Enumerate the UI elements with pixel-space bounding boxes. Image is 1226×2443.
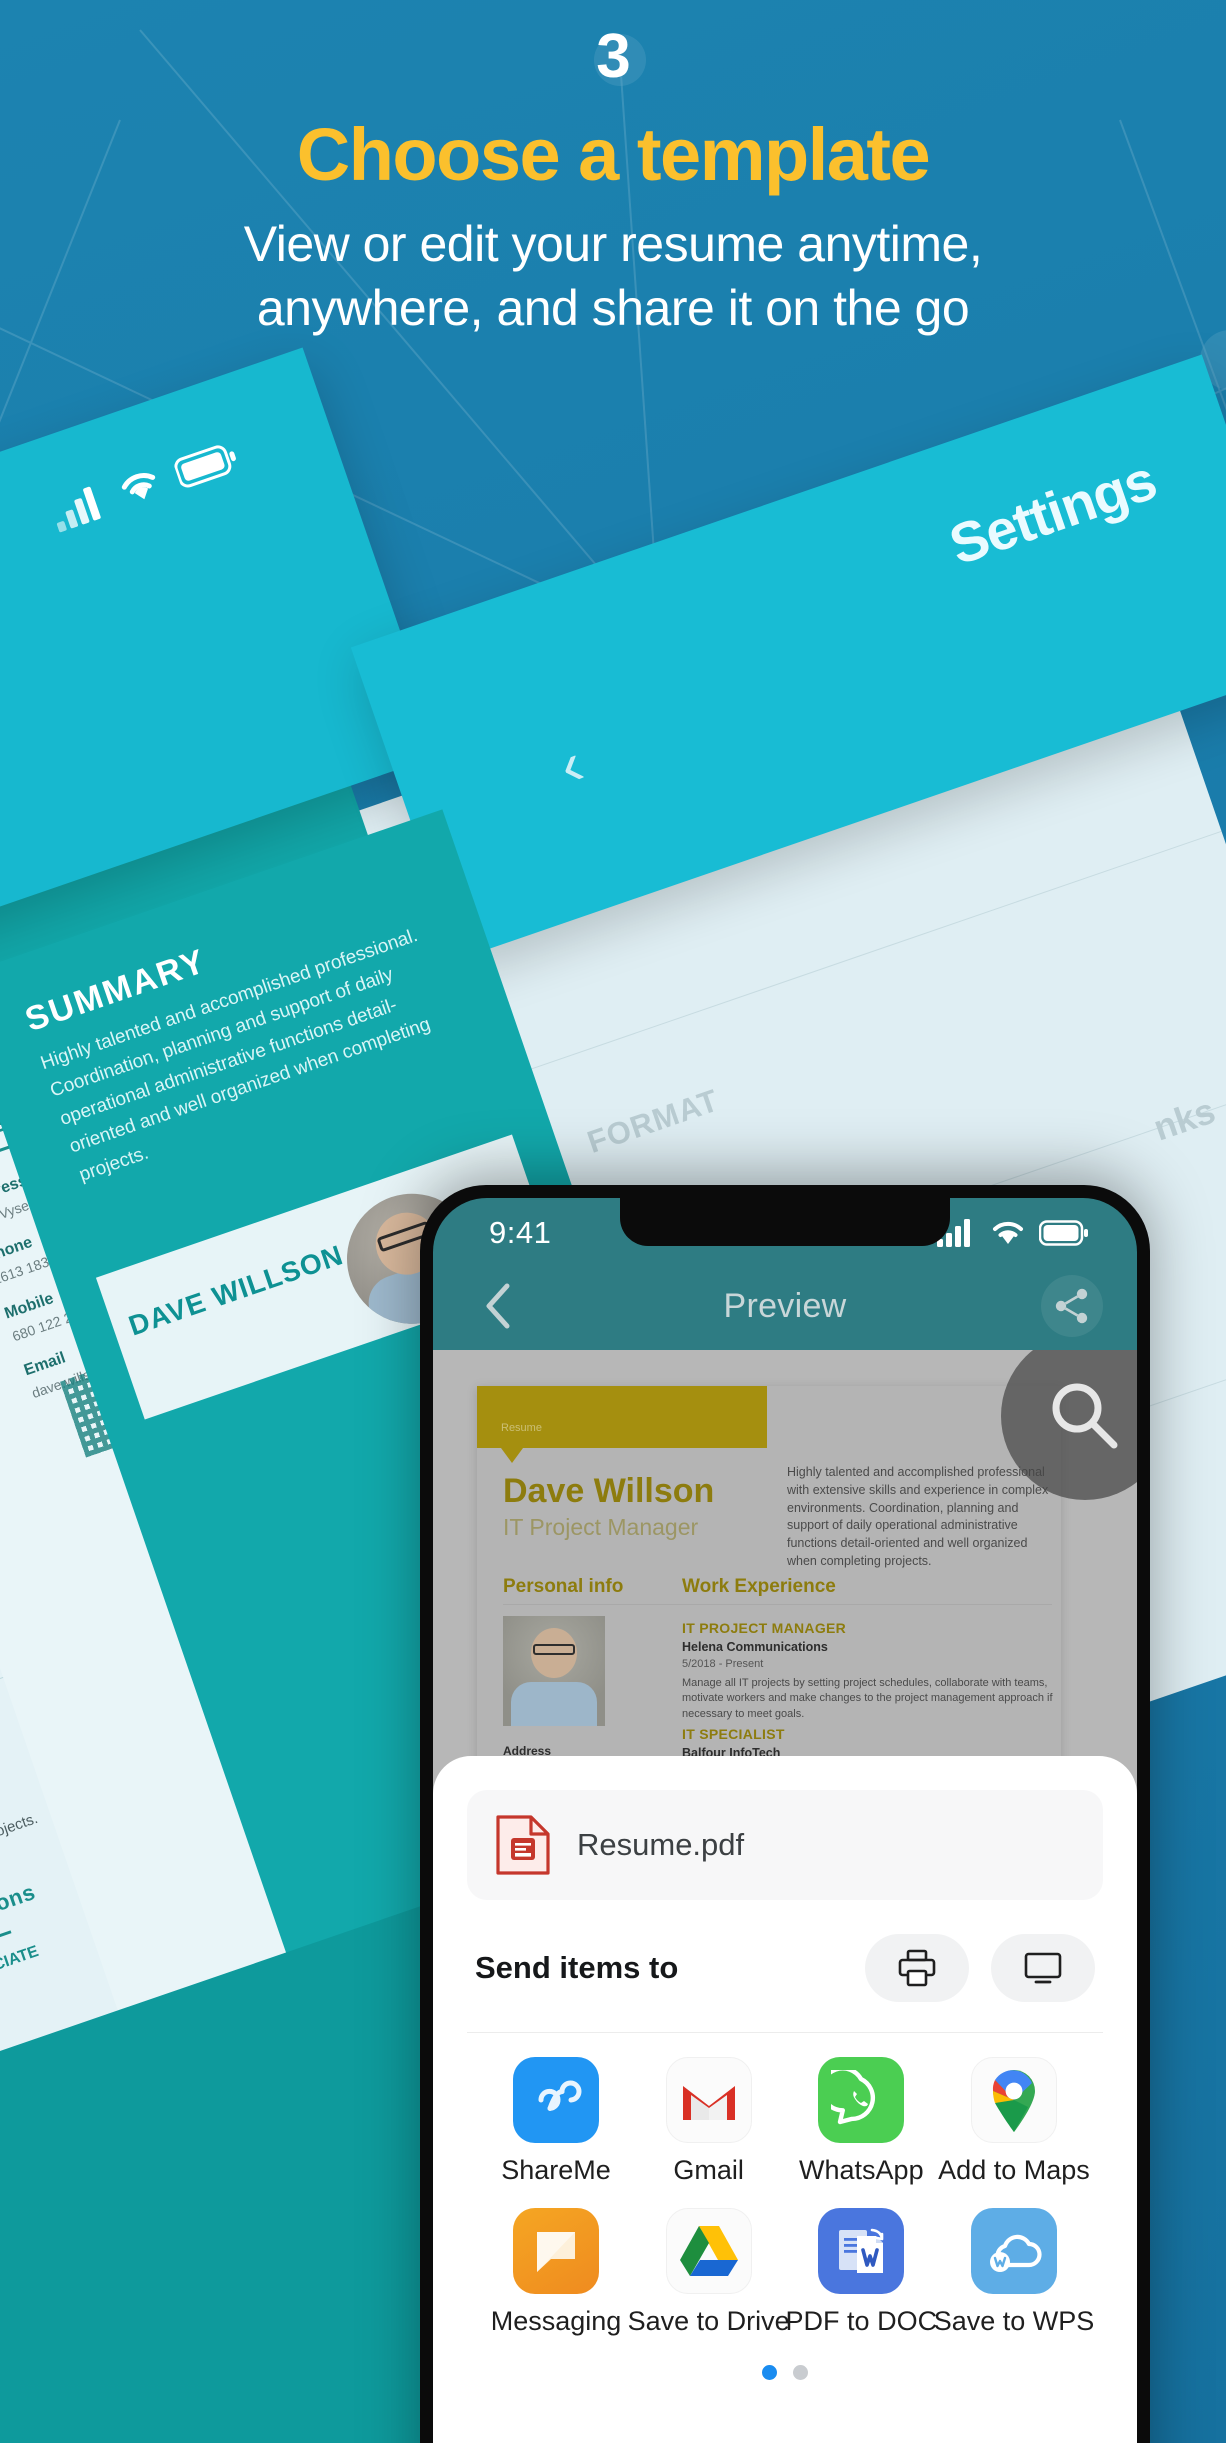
google-maps-icon — [970, 2057, 1057, 2143]
app-target-shareme[interactable]: ShareMe — [481, 2057, 631, 2186]
settings-back-chevron-icon: ‹ — [549, 729, 593, 800]
summary-text: Highly talented and accomplished profess… — [38, 925, 434, 1186]
app-label: WhatsApp — [799, 2155, 924, 2185]
wifi-icon — [993, 1221, 1023, 1244]
links-label: nks — [1148, 1089, 1221, 1149]
share-bottom-sheet: Resume.pdf Send items to ShareMe Gmail W… — [433, 1756, 1137, 2443]
print-button[interactable] — [865, 1934, 969, 2002]
send-items-row: Send items to — [467, 1934, 1103, 2033]
pdf-to-doc-icon — [818, 2208, 905, 2294]
wps-cloud-icon — [970, 2208, 1057, 2294]
app-label: Save to WPS — [933, 2306, 1095, 2336]
app-target-messaging[interactable]: Messaging — [481, 2208, 631, 2337]
app-label: Gmail — [673, 2155, 744, 2185]
page-subtitle: View or edit your resume anytime, anywhe… — [0, 212, 1226, 340]
app-targets-row-2: Messaging Save to Drive PDF to DOC Save … — [467, 2208, 1103, 2337]
whatsapp-icon — [818, 2057, 905, 2143]
search-icon — [1052, 1383, 1118, 1449]
cellular-signal-icon — [56, 486, 101, 533]
job-description: Manage all IT projects by setting projec… — [682, 1677, 1053, 1720]
share-icon — [1055, 1288, 1088, 1324]
page-title: Preview — [723, 1286, 847, 1325]
promo-header: 3 Choose a template View or edit your re… — [0, 0, 1226, 470]
resume-summary: Highly talented and accomplished profess… — [787, 1465, 1049, 1568]
cast-button[interactable] — [991, 1934, 1095, 2002]
job-title: IT PROJECT MANAGER — [682, 1620, 847, 1636]
phone-notch — [620, 1198, 950, 1246]
chevron-left-icon — [486, 1283, 510, 1329]
format-label: FORMAT — [582, 1082, 724, 1160]
app-label: ShareMe — [501, 2155, 611, 2185]
printer-icon — [898, 1949, 936, 1987]
app-target-whatsapp[interactable]: WhatsApp — [786, 2057, 936, 2186]
app-label: Save to Drive — [627, 2306, 790, 2336]
app-targets-row-1: ShareMe Gmail WhatsApp Add to Maps — [467, 2057, 1103, 2186]
job-dates: 5/2018 - Present — [682, 1658, 764, 1670]
resume-name: Dave Willson — [503, 1472, 715, 1510]
document-gold-pointer — [501, 1448, 523, 1463]
app-target-save-to-drive[interactable]: Save to Drive — [628, 2208, 790, 2337]
work-heading: Work Experience — [682, 1576, 836, 1597]
app-targets: ShareMe Gmail WhatsApp Add to Maps Messa… — [467, 2033, 1103, 2380]
subtitle-line-2: anywhere, and share it on the go — [256, 279, 970, 336]
status-time: 9:41 — [489, 1215, 552, 1250]
pdf-file-icon — [496, 1815, 550, 1875]
shareme-icon — [513, 2057, 599, 2143]
step-number: 3 — [596, 22, 630, 91]
phone-screen: 9:41 Preview Resume Dave Willson IT Proj… — [433, 1198, 1137, 2443]
job-title: IT SPECIALIST — [682, 1726, 785, 1742]
gmail-icon — [665, 2057, 752, 2143]
app-target-add-to-maps[interactable]: Add to Maps — [938, 2057, 1090, 2186]
personal-info-heading: Personal info — [503, 1576, 624, 1597]
document-gold-band: Resume — [477, 1386, 767, 1448]
app-navigation-bar: Preview — [433, 1260, 1137, 1352]
document-tag: Resume — [501, 1422, 542, 1434]
page-indicator — [467, 2359, 1103, 2380]
resume-role: IT Project Manager — [503, 1514, 699, 1540]
page-dot-active[interactable] — [762, 2365, 777, 2380]
phone-mockup: 9:41 Preview Resume Dave Willson IT Proj… — [420, 1185, 1150, 2443]
license-title: IBM DATA SCIENTIST ASSOCIATE — [0, 1942, 41, 2043]
app-target-gmail[interactable]: Gmail — [634, 2057, 784, 2186]
app-label: Add to Maps — [938, 2155, 1090, 2185]
app-label: Messaging — [490, 2306, 622, 2336]
page-title: Choose a template — [296, 113, 931, 196]
monitor-icon — [1024, 1952, 1062, 1984]
share-button[interactable] — [1041, 1275, 1103, 1337]
battery-icon — [1039, 1220, 1088, 1246]
page-dot[interactable] — [793, 2365, 808, 2380]
google-drive-icon — [665, 2208, 752, 2294]
file-row[interactable]: Resume.pdf — [467, 1790, 1103, 1900]
back-button[interactable] — [467, 1275, 529, 1337]
licenses-heading: Licenses & Certifications — [0, 1879, 39, 1992]
subtitle-line-1: View or edit your resume anytime, — [243, 215, 983, 272]
file-name: Resume.pdf — [577, 1827, 745, 1862]
resume-photo — [503, 1616, 605, 1726]
messaging-icon — [513, 2208, 599, 2294]
app-target-pdf-to-doc[interactable]: PDF to DOC — [785, 2208, 938, 2337]
job-company: Helena Communications — [682, 1640, 828, 1654]
send-items-label: Send items to — [475, 1950, 679, 1985]
app-target-save-to-wps[interactable]: Save to WPS — [934, 2208, 1094, 2337]
app-label: PDF to DOC — [785, 2306, 938, 2336]
